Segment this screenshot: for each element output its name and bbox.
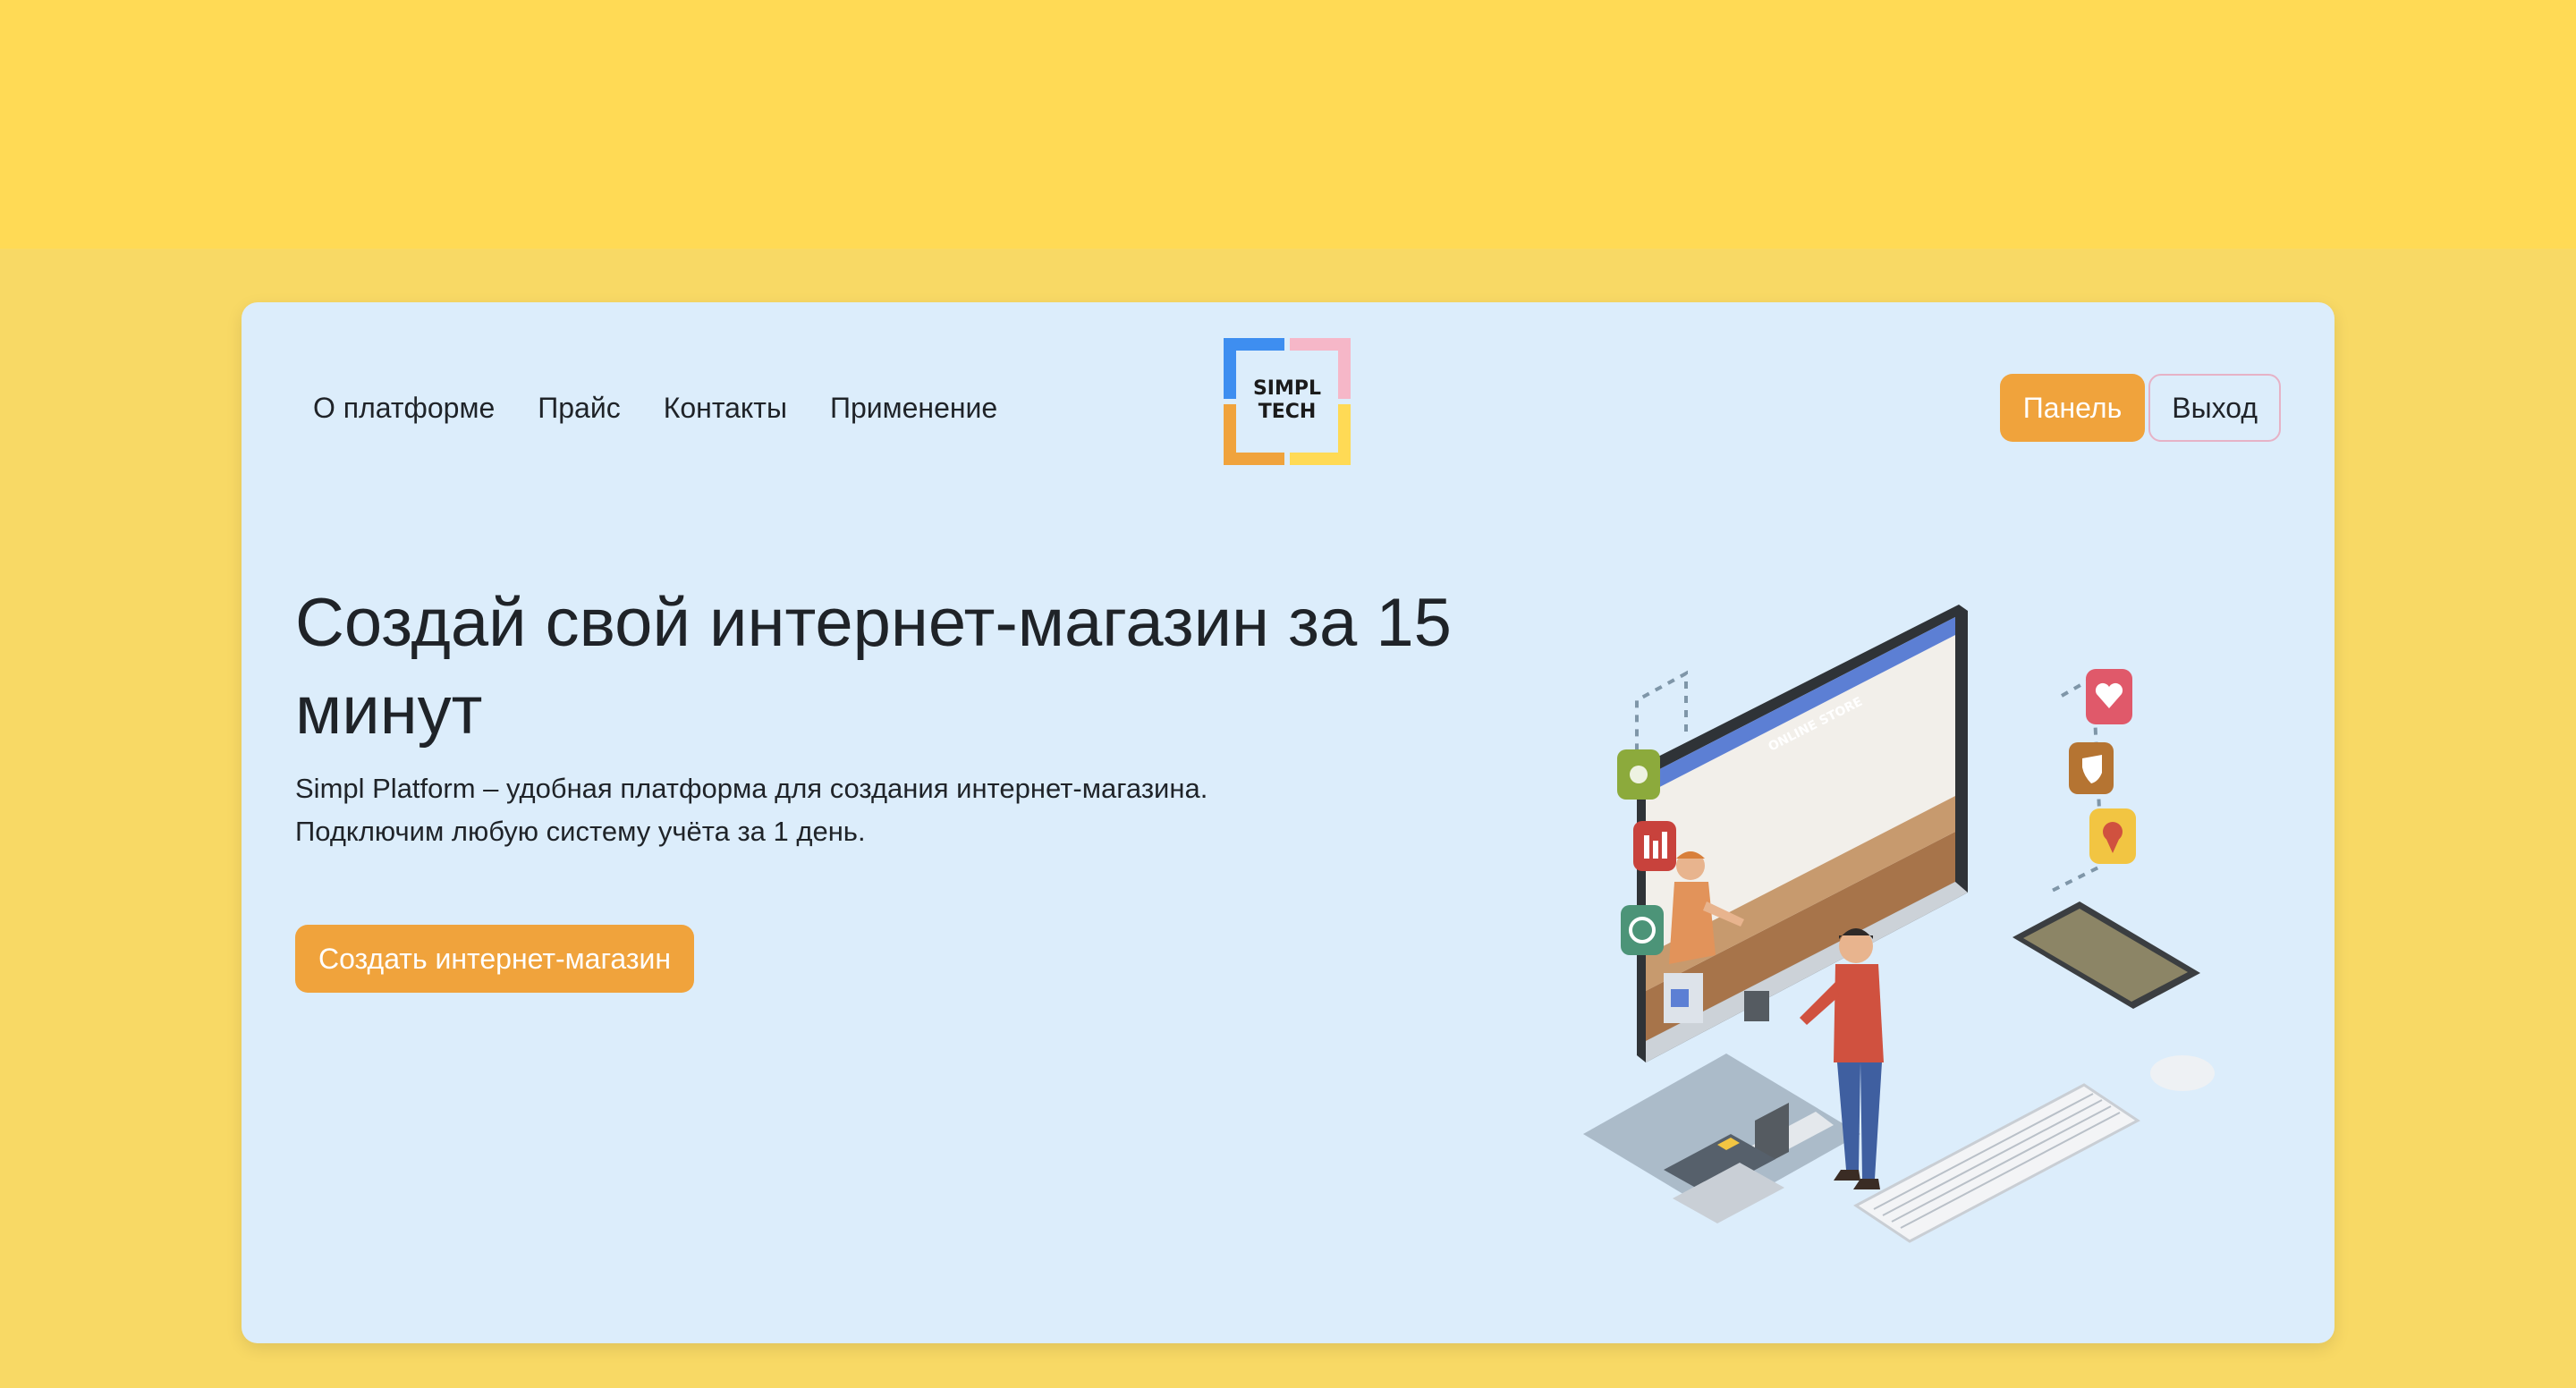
create-store-button[interactable]: Создать интернет-магазин <box>295 925 695 993</box>
top-band <box>0 0 2576 249</box>
hero-description-line-2: Подключим любую систему учёта за 1 день. <box>295 816 866 847</box>
globe-app-icon <box>1621 905 1664 955</box>
online-store-illustration: ONLINE STORE <box>1583 605 2215 1243</box>
logo-line-simpl: SIMPL <box>1252 377 1322 400</box>
nav-item-contacts[interactable]: Контакты <box>664 390 787 426</box>
hero-description-line-1: Simpl Platform – удобная платформа для с… <box>295 773 1208 804</box>
customer-shirt <box>1834 964 1884 1062</box>
nav-item-about[interactable]: О платформе <box>313 390 495 426</box>
hero-card: О платформе Прайс Контакты Применение SI… <box>242 302 2334 1343</box>
exit-button[interactable]: Выход <box>2148 374 2281 442</box>
mouse <box>2150 1055 2215 1091</box>
panel-button[interactable]: Панель <box>1999 374 2146 442</box>
customer-leg-left <box>1837 1062 1860 1170</box>
logo-text: SIMPL TECH <box>1224 377 1351 424</box>
logo-line-tech: TECH <box>1258 401 1317 423</box>
hero-description: Simpl Platform – удобная платформа для с… <box>295 767 1458 853</box>
hero-title: Создай свой интернет-магазин за 15 минут <box>295 585 1452 749</box>
nav-item-usage[interactable]: Применение <box>830 390 997 426</box>
customer-shoe-left <box>1834 1170 1860 1181</box>
shopping-bag-label <box>1671 989 1689 1007</box>
seller-body <box>1669 882 1716 964</box>
customer-leg-right <box>1860 1062 1882 1179</box>
header-actions: Панель Выход <box>1999 374 2281 442</box>
customer-arm <box>1800 982 1839 1025</box>
nav-item-pricing[interactable]: Прайс <box>538 390 620 426</box>
right-app-icons <box>2069 669 2136 864</box>
main-nav: О платформе Прайс Контакты Применение <box>313 390 997 426</box>
simpl-tech-logo[interactable]: SIMPL TECH <box>1224 338 1351 465</box>
payment-terminal <box>1744 991 1769 1021</box>
